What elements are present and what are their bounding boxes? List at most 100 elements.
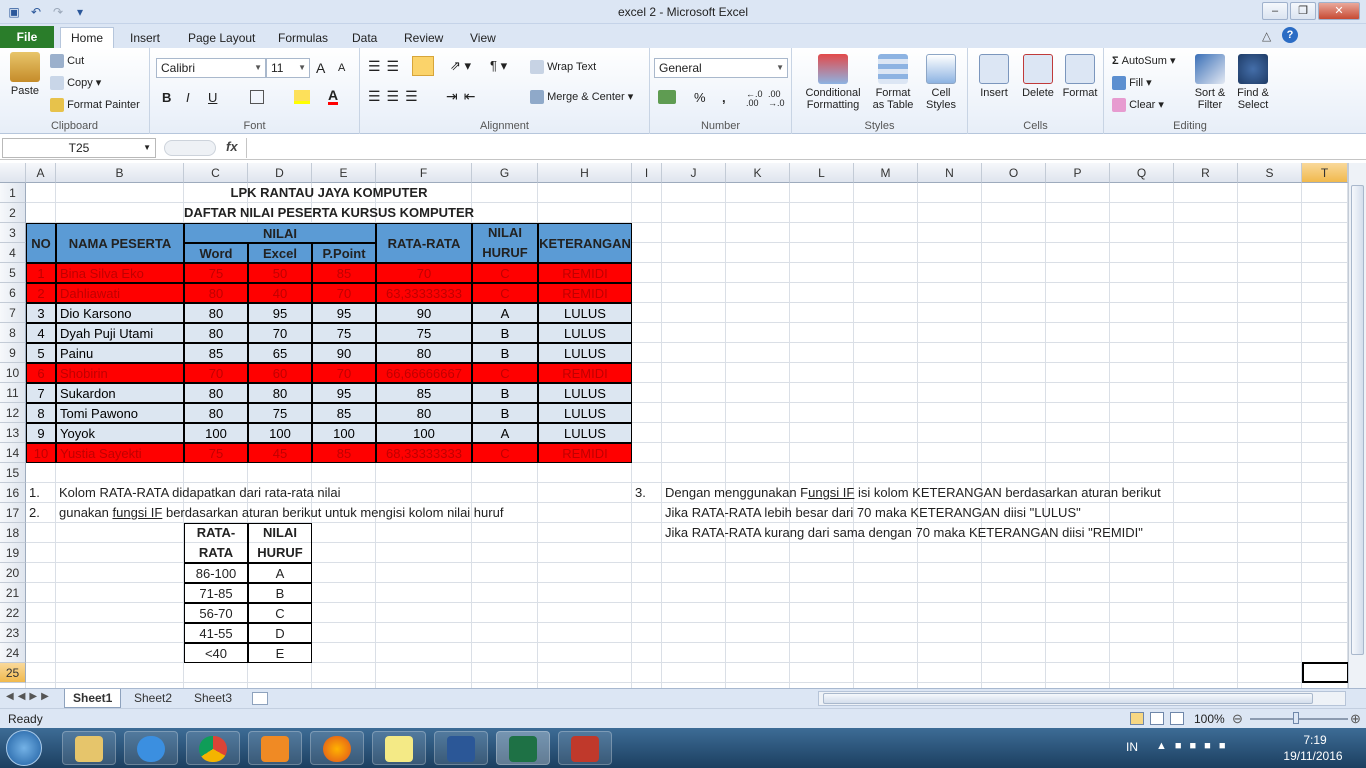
merge-center-button[interactable]: Merge & Center ▾ [530, 90, 633, 105]
cell-ppoint[interactable]: 85 [312, 263, 376, 283]
grade-letter[interactable]: E [248, 643, 312, 663]
taskbar-firefox[interactable] [310, 731, 364, 765]
start-button-icon[interactable] [6, 730, 42, 766]
cell-keterangan[interactable]: LULUS [538, 343, 632, 363]
language-indicator[interactable]: IN [1126, 740, 1138, 754]
cell-rata[interactable]: 90 [376, 303, 472, 323]
horizontal-scrollbar[interactable] [818, 691, 1346, 706]
insert-cells-button[interactable]: Insert [972, 54, 1016, 99]
cell-excel[interactable]: 75 [248, 403, 312, 423]
cell-excel[interactable]: 100 [248, 423, 312, 443]
row-header-6[interactable]: 6 [0, 283, 26, 303]
restore-button[interactable]: ❐ [1290, 2, 1316, 20]
cell-rata[interactable]: 80 [376, 403, 472, 423]
row-header-19[interactable]: 19 [0, 543, 26, 563]
column-header-j[interactable]: J [662, 163, 726, 183]
decrease-decimal-button[interactable]: .00 →.0 [768, 90, 785, 108]
cell-keterangan[interactable]: REMIDI [538, 283, 632, 303]
horizontal-align-icons[interactable]: ☰☰☰ [368, 88, 424, 105]
cell-ppoint[interactable]: 95 [312, 383, 376, 403]
row-header-20[interactable]: 20 [0, 563, 26, 583]
grade-range[interactable]: 41-55 [184, 623, 248, 643]
cell-huruf[interactable]: B [472, 383, 538, 403]
column-header-n[interactable]: N [918, 163, 982, 183]
cell-rata[interactable]: 75 [376, 323, 472, 343]
header-word[interactable]: Word [184, 243, 248, 263]
close-button[interactable]: ✕ [1318, 2, 1360, 20]
format-cells-button[interactable]: Format [1058, 54, 1102, 99]
vertical-align-icons[interactable]: ☰☰ [368, 58, 405, 75]
header-excel[interactable]: Excel [248, 243, 312, 263]
cell-rata[interactable]: 68,33333333 [376, 443, 472, 463]
cell-word[interactable]: 80 [184, 303, 248, 323]
tab-view[interactable]: View [460, 28, 506, 48]
cell-keterangan[interactable]: REMIDI [538, 263, 632, 283]
cell-nama[interactable]: Dio Karsono [56, 303, 184, 323]
header-nilai[interactable]: NILAI [184, 223, 376, 243]
grade-letter[interactable]: C [248, 603, 312, 623]
cell-ppoint[interactable]: 95 [312, 303, 376, 323]
grade-letter[interactable]: B [248, 583, 312, 603]
row-header-4[interactable]: 4 [0, 243, 26, 263]
cell-nama[interactable]: Dahliawati [56, 283, 184, 303]
vertical-scrollbar[interactable] [1348, 163, 1366, 688]
help-icon[interactable]: ? [1282, 27, 1298, 43]
cell-excel[interactable]: 95 [248, 303, 312, 323]
cell-word[interactable]: 80 [184, 323, 248, 343]
cell-excel[interactable]: 50 [248, 263, 312, 283]
row-header-12[interactable]: 12 [0, 403, 26, 423]
format-as-table-button[interactable]: Format as Table [868, 54, 918, 111]
tab-file[interactable]: File [0, 26, 54, 48]
column-header-h[interactable]: H [538, 163, 632, 183]
column-header-g[interactable]: G [472, 163, 538, 183]
cell-nama[interactable]: Tomi Pawono [56, 403, 184, 423]
cell-nama[interactable]: Dyah Puji Utami [56, 323, 184, 343]
row-header-2[interactable]: 2 [0, 203, 26, 223]
row-header-16[interactable]: 16 [0, 483, 26, 503]
cell-ppoint[interactable]: 70 [312, 363, 376, 383]
find-select-button[interactable]: Find & Select [1232, 54, 1274, 111]
grade-range[interactable]: 86-100 [184, 563, 248, 583]
cell-no[interactable]: 3 [26, 303, 56, 323]
row-header-1[interactable]: 1 [0, 183, 26, 203]
column-header-a[interactable]: A [26, 163, 56, 183]
column-header-s[interactable]: S [1238, 163, 1302, 183]
cell-keterangan[interactable]: REMIDI [538, 443, 632, 463]
grade-range[interactable]: <40 [184, 643, 248, 663]
cell-huruf[interactable]: C [472, 443, 538, 463]
sheet-nav-arrows[interactable]: ◀◀▶▶ [6, 691, 53, 702]
cell-nama[interactable]: Sukardon [56, 383, 184, 403]
worksheet-grid[interactable]: A B C D E F G H I J K L M N O P Q R S T 1 2 3 4 5 6 7 8 9 10 11 12 13 14 1… [0, 163, 1348, 688]
format-painter-button[interactable]: Format Painter [50, 98, 140, 112]
taskbar-notes[interactable] [372, 731, 426, 765]
column-header-i[interactable]: I [632, 163, 662, 183]
minimize-button[interactable]: – [1262, 2, 1288, 20]
page-layout-view-icon[interactable] [1150, 712, 1164, 725]
cell-excel[interactable]: 60 [248, 363, 312, 383]
active-cell-t25[interactable] [1302, 662, 1348, 683]
column-header-d[interactable]: D [248, 163, 312, 183]
clock-date[interactable]: 19/11/2016 [1276, 749, 1350, 763]
fill-color-icon[interactable] [294, 90, 310, 104]
shrink-font-button[interactable]: A [338, 62, 345, 74]
column-header-k[interactable]: K [726, 163, 790, 183]
row-header-11[interactable]: 11 [0, 383, 26, 403]
cell-nama[interactable]: Bina Silva Eko [56, 263, 184, 283]
grade-header-huruf[interactable]: NILAI HURUF [248, 523, 312, 563]
row-header-3[interactable]: 3 [0, 223, 26, 243]
cell-keterangan[interactable]: LULUS [538, 323, 632, 343]
cell-word[interactable]: 100 [184, 423, 248, 443]
cell-word[interactable]: 80 [184, 403, 248, 423]
vertical-scroll-thumb[interactable] [1351, 185, 1364, 655]
sheet-title[interactable]: LPK RANTAU JAYA KOMPUTER [26, 183, 632, 203]
sheet-tab-sheet1[interactable]: Sheet1 [64, 689, 122, 708]
italic-button[interactable]: I [186, 90, 190, 105]
row-header-23[interactable]: 23 [0, 623, 26, 643]
cell-ppoint[interactable]: 100 [312, 423, 376, 443]
header-rata[interactable]: RATA-RATA [376, 223, 472, 263]
cell-keterangan[interactable]: LULUS [538, 403, 632, 423]
column-header-p[interactable]: P [1046, 163, 1110, 183]
cell-nama[interactable]: Painu [56, 343, 184, 363]
font-color-button[interactable]: A [328, 88, 339, 105]
cell-huruf[interactable]: B [472, 343, 538, 363]
